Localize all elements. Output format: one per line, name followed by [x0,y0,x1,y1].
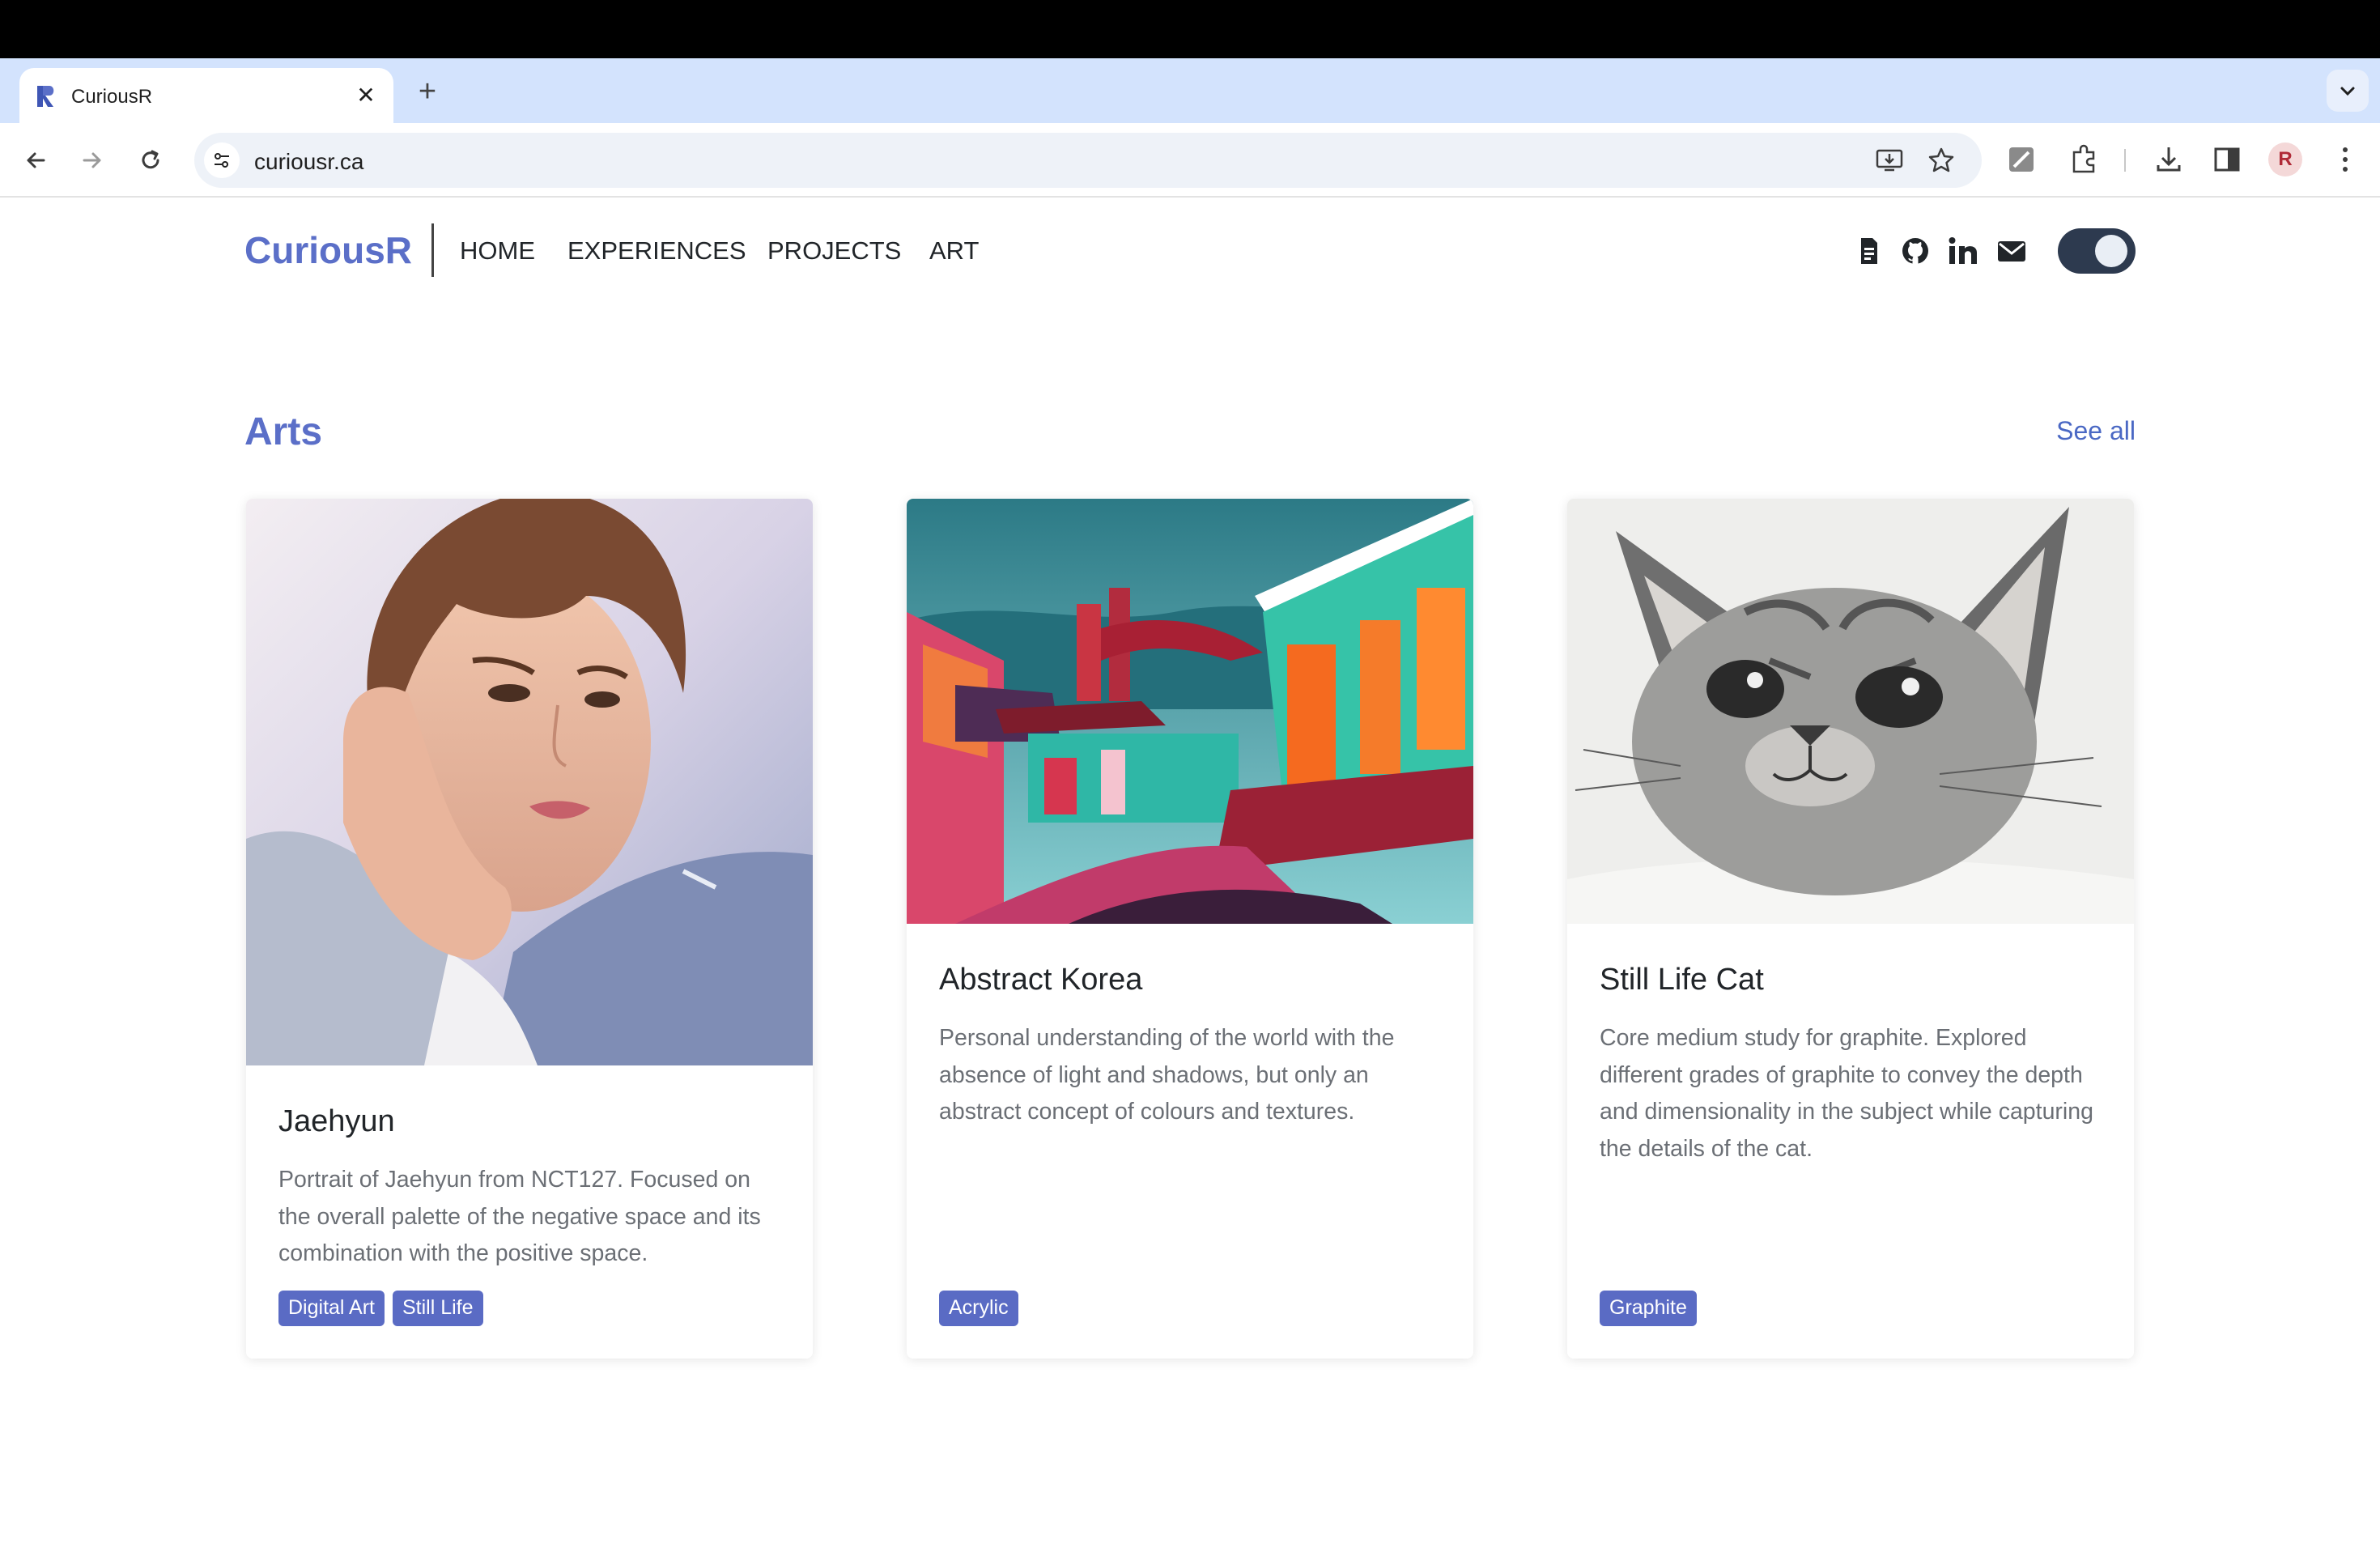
tab-title: CuriousR [71,86,153,108]
back-arrow-icon [27,152,45,168]
dark-mode-toggle[interactable] [2058,228,2136,274]
tag-badge: Still Life [392,1291,483,1326]
puzzle-extensions-icon[interactable] [2066,141,2103,178]
card-title[interactable]: Abstract Korea [939,963,1441,997]
card-tags: Acrylic [939,1291,1018,1326]
art-card-still-life-cat[interactable]: Still Life Cat Core medium study for gra… [1567,499,2134,1359]
card-title[interactable]: Jaehyun [278,1104,780,1139]
section-title: Arts [244,410,323,453]
profile-avatar[interactable]: R [2268,142,2302,176]
forward-button[interactable] [71,139,113,181]
card-tags: Graphite [1600,1291,1697,1326]
tag-badge: Digital Art [278,1291,385,1326]
side-panel-icon[interactable] [2208,141,2246,178]
tab-strip: CuriousR ✕ + [0,58,2380,123]
back-button[interactable] [15,139,57,181]
resume-icon[interactable] [1852,235,1885,267]
reload-button[interactable] [130,139,172,181]
install-app-icon[interactable] [1873,144,1906,176]
mail-icon[interactable] [1995,235,2028,267]
download-icon[interactable] [2150,141,2187,178]
nav-link-experiences[interactable]: EXPERIENCES [567,236,746,266]
tune-icon [215,153,229,168]
card-image-painting [907,499,1473,924]
tab-close-icon[interactable]: ✕ [350,79,382,112]
card-title[interactable]: Still Life Cat [1600,963,2102,997]
brand-divider [431,223,434,277]
forward-arrow-icon [83,152,101,168]
toggle-knob [2095,235,2127,267]
art-card-jaehyun[interactable]: Jaehyun Portrait of Jaehyun from NCT127.… [246,499,813,1359]
card-description: Portrait of Jaehyun from NCT127. Focused… [278,1167,761,1266]
chevron-down-icon [2340,87,2355,96]
card-image-portrait [246,499,813,1065]
see-all-link[interactable]: See all [2056,416,2136,446]
card-description: Personal understanding of the world with… [939,1025,1395,1125]
new-tab-button[interactable]: + [406,71,448,113]
nav-link-home[interactable]: HOME [460,236,535,266]
toolbar-separator [2124,149,2126,172]
reload-icon [142,150,159,169]
url-text[interactable]: curiousr.ca [254,149,363,175]
linkedin-icon[interactable] [1947,235,1979,267]
tag-badge: Graphite [1600,1291,1697,1326]
card-image-drawing [1567,499,2134,924]
os-menu-bar [0,0,2380,58]
site-brand-link[interactable]: CuriousR [244,228,412,272]
card-description: Core medium study for graphite. Explored… [1600,1025,2093,1162]
nav-link-projects[interactable]: PROJECTS [767,236,901,266]
extension-icon[interactable] [2003,141,2040,178]
github-icon[interactable] [1899,235,1932,267]
browser-toolbar: curiousr.ca R [0,123,2380,198]
site-info-button[interactable] [204,142,240,178]
tag-badge: Acrylic [939,1291,1018,1326]
more-menu-icon[interactable] [2327,141,2364,178]
browser-tab[interactable]: CuriousR ✕ [19,68,393,123]
nav-link-art[interactable]: ART [929,236,979,266]
card-tags: Digital Art Still Life [278,1291,483,1326]
bookmark-star-icon[interactable] [1925,144,1957,176]
art-card-abstract-korea[interactable]: Abstract Korea Personal understanding of… [907,499,1473,1359]
tab-search-button[interactable] [2327,70,2369,112]
site-favicon-icon [37,86,54,107]
address-bar[interactable]: curiousr.ca [194,133,1982,188]
